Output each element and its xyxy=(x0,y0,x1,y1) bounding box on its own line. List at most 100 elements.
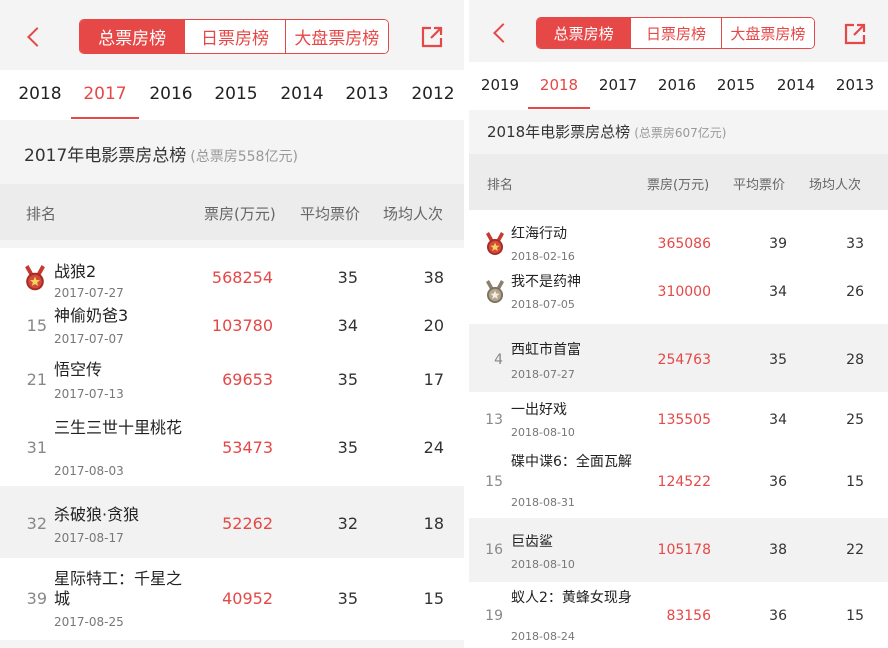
table-row[interactable]: 39 星际特工：千星之城 2017-08-25 40952 35 15 xyxy=(0,558,464,640)
year-tab-2017[interactable]: 2017 xyxy=(73,84,137,104)
year-tab-2017[interactable]: 2017 xyxy=(586,76,650,94)
movie-title[interactable]: 悟空传 xyxy=(54,360,184,380)
share-icon[interactable] xyxy=(844,23,866,45)
right-screen: 总票房榜 日票房榜 大盘票房榜 2019 2018 2017 2016 2015 2014 20… xyxy=(469,0,888,648)
movie-title[interactable]: 西虹市首富 xyxy=(511,342,633,360)
avg-attendance: 33 xyxy=(846,235,864,252)
release-date: 2017-08-25 xyxy=(54,615,124,629)
avg-ticket-price: 35 xyxy=(337,438,358,458)
table-header: 排名 票房(万元) 平均票价 场均人次 xyxy=(469,154,888,210)
tab-market-box-office[interactable]: 大盘票房榜 xyxy=(284,20,388,53)
avg-attendance: 15 xyxy=(846,473,864,490)
movie-title[interactable]: 神偷奶爸3 xyxy=(54,306,184,326)
table-row[interactable]: 红海行动 2018-02-16 365086 39 33 xyxy=(469,210,888,268)
avg-attendance: 25 xyxy=(846,411,864,428)
avg-attendance: 15 xyxy=(846,607,864,624)
rank-number: 39 xyxy=(26,589,47,609)
avg-attendance: 20 xyxy=(423,316,444,336)
box-office-value: 568254 xyxy=(211,268,273,288)
avg-ticket-price: 36 xyxy=(769,473,787,490)
table-row[interactable]: 4 西虹市首富 2018-07-27 254763 35 28 xyxy=(469,324,888,392)
ranking-title: 2017年电影票房总榜 (总票房558亿元) xyxy=(0,128,464,184)
avg-ticket-price: 34 xyxy=(769,411,787,428)
avg-ticket-price: 35 xyxy=(337,268,358,288)
movie-title[interactable]: 一出好戏 xyxy=(511,402,633,420)
tab-daily-box-office[interactable]: 日票房榜 xyxy=(184,20,285,53)
movie-title[interactable]: 巨齿鲨 xyxy=(511,534,633,552)
avg-ticket-price: 38 xyxy=(769,541,787,558)
year-tab-2019[interactable]: 2019 xyxy=(469,76,532,94)
tab-total-box-office[interactable]: 总票房榜 xyxy=(537,18,631,48)
back-icon[interactable] xyxy=(27,27,47,47)
box-office-value: 124522 xyxy=(657,473,711,490)
release-date: 2017-07-13 xyxy=(54,387,124,401)
movie-title[interactable]: 杀破狼·贪狼 xyxy=(54,505,184,525)
movie-title[interactable]: 三生三世十里桃花 xyxy=(54,418,184,438)
total-box-office-note: (总票房607亿元) xyxy=(634,126,727,140)
column-box-office: 票房(万元) xyxy=(647,178,710,194)
year-tab-2014[interactable]: 2014 xyxy=(270,84,334,104)
year-tab-2013[interactable]: 2013 xyxy=(823,76,887,94)
box-office-value: 53473 xyxy=(222,438,273,458)
table-row[interactable]: 16 巨齿鲨 2018-08-10 105178 38 22 xyxy=(469,518,888,582)
box-office-value: 365086 xyxy=(657,235,711,252)
rank-number: 31 xyxy=(26,438,47,458)
table-row[interactable]: 15 碟中谍6：全面瓦解 2018-08-31 124522 36 15 xyxy=(469,448,888,518)
release-date: 2017-08-17 xyxy=(54,531,124,545)
avg-attendance: 18 xyxy=(423,514,444,534)
release-date: 2018-08-10 xyxy=(511,426,575,439)
avg-ticket-price: 36 xyxy=(769,607,787,624)
column-avg-price: 平均票价 xyxy=(733,178,786,194)
year-tab-2015[interactable]: 2015 xyxy=(204,84,268,104)
table-row[interactable]: 31 三生三世十里桃花 2017-08-03 53473 35 24 xyxy=(0,406,464,486)
table-row[interactable]: 我不是药神 2018-07-05 310000 34 26 xyxy=(469,268,888,324)
ranking-type-tabs: 总票房榜 日票房榜 大盘票房榜 xyxy=(536,17,815,49)
avg-ticket-price: 39 xyxy=(769,235,787,252)
share-icon[interactable] xyxy=(421,26,443,48)
active-year-underline xyxy=(528,107,590,109)
tab-market-box-office[interactable]: 大盘票房榜 xyxy=(720,18,814,48)
box-office-value: 103780 xyxy=(211,316,273,336)
year-tab-2016[interactable]: 2016 xyxy=(645,76,709,94)
movie-title[interactable]: 星际特工：千星之城 xyxy=(54,569,184,609)
year-tab-2015[interactable]: 2015 xyxy=(704,76,768,94)
movie-title[interactable]: 碟中谍6：全面瓦解 xyxy=(511,454,633,472)
table-row[interactable]: 32 杀破狼·贪狼 2017-08-17 52262 32 18 xyxy=(0,486,464,558)
box-office-value: 69653 xyxy=(222,370,273,390)
table-row[interactable]: 21 悟空传 2017-07-13 69653 35 17 xyxy=(0,352,464,406)
avg-attendance: 24 xyxy=(423,438,444,458)
table-row[interactable]: 19 蚁人2：黄蜂女现身 2018-08-24 83156 36 15 xyxy=(469,582,888,648)
avg-ticket-price: 32 xyxy=(337,514,358,534)
avg-ticket-price: 34 xyxy=(337,316,358,336)
year-tabs: 2019 2018 2017 2016 2015 2014 2013 xyxy=(469,62,888,110)
year-tab-2018[interactable]: 2018 xyxy=(8,84,72,104)
left-screen: 总票房榜 日票房榜 大盘票房榜 2018 2017 2016 2015 2014 2013 20… xyxy=(0,0,464,648)
rank-number: 19 xyxy=(485,607,503,624)
table-row[interactable]: 13 一出好戏 2018-08-10 135505 34 25 xyxy=(469,392,888,448)
release-date: 2018-02-16 xyxy=(511,250,575,263)
movie-title[interactable]: 战狼2 xyxy=(54,262,184,282)
year-tab-2013[interactable]: 2013 xyxy=(335,84,399,104)
table-row[interactable]: 战狼2 2017-07-27 568254 35 38 xyxy=(0,248,464,304)
year-tab-2014[interactable]: 2014 xyxy=(764,76,828,94)
movie-title[interactable]: 蚁人2：黄蜂女现身 xyxy=(511,590,633,608)
avg-attendance: 17 xyxy=(423,370,444,390)
active-year-underline xyxy=(71,117,139,119)
movie-title[interactable]: 红海行动 xyxy=(511,226,633,244)
tab-total-box-office[interactable]: 总票房榜 xyxy=(80,20,185,53)
avg-attendance: 22 xyxy=(846,541,864,558)
tab-daily-box-office[interactable]: 日票房榜 xyxy=(630,18,721,48)
movie-title[interactable]: 我不是药神 xyxy=(511,274,633,292)
release-date: 2018-08-24 xyxy=(511,630,575,643)
rank-number: 4 xyxy=(494,351,503,368)
year-tab-2016[interactable]: 2016 xyxy=(139,84,203,104)
avg-ticket-price: 34 xyxy=(769,283,787,300)
release-date: 2017-07-07 xyxy=(54,332,124,346)
year-tab-2012[interactable]: 2012 xyxy=(401,84,464,104)
table-row[interactable]: 15 神偷奶爸3 2017-07-07 103780 34 20 xyxy=(0,304,464,352)
table-header: 排名 票房(万元) 平均票价 场均人次 xyxy=(0,184,464,240)
back-icon[interactable] xyxy=(493,23,513,43)
year-tab-2018[interactable]: 2018 xyxy=(527,76,591,94)
rank-number: 32 xyxy=(26,514,47,534)
avg-attendance: 28 xyxy=(846,351,864,368)
